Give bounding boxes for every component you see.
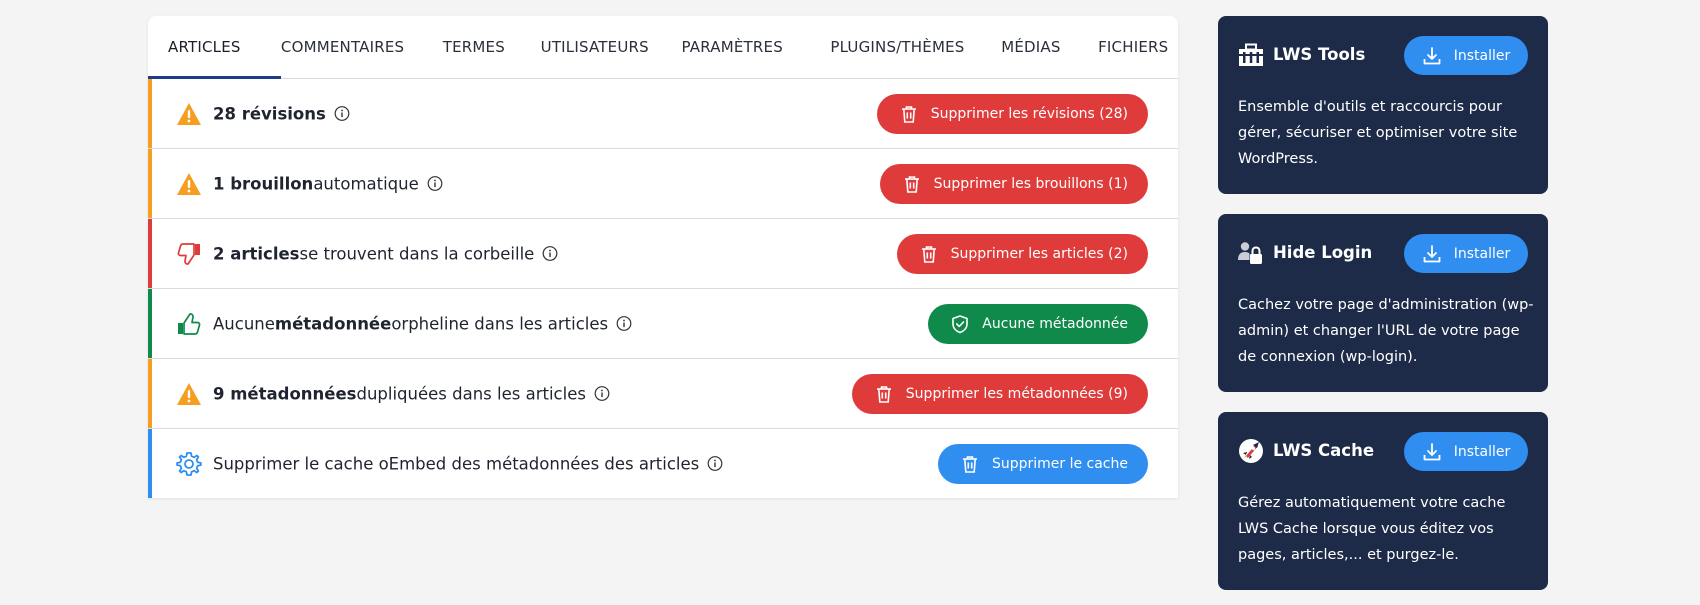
tab-termes[interactable]: TERMES bbox=[443, 16, 541, 78]
info-icon[interactable] bbox=[594, 386, 610, 402]
tab-utilisateurs[interactable]: UTILISATEURS bbox=[541, 16, 682, 78]
orphan-meta-row: Aucune métadonnée orpheline dans les art… bbox=[148, 289, 1178, 359]
row-accent bbox=[148, 79, 152, 148]
info-icon[interactable] bbox=[334, 106, 350, 122]
trash-icon bbox=[899, 104, 919, 124]
trash-icon bbox=[902, 174, 922, 194]
plugin-card-lws-tools: LWS Tools Installer Ensemble d'outils et… bbox=[1218, 16, 1548, 194]
plugin-card-lws-cache: LWS Cache Installer Gérez automatiquemen… bbox=[1218, 412, 1548, 590]
rocket-icon bbox=[1238, 438, 1264, 464]
row-text: 1 brouillon automatique bbox=[213, 174, 443, 193]
oembed-cache-row: Supprimer le cache oEmbed des métadonnée… bbox=[148, 429, 1178, 498]
delete-cache-button[interactable]: Supprimer le cache bbox=[937, 443, 1148, 484]
page: ARTICLES COMMENTAIRES TERMES UTILISATEUR… bbox=[0, 0, 1700, 605]
warning-icon bbox=[176, 171, 202, 197]
tab-fichiers[interactable]: FICHIERS bbox=[1098, 16, 1178, 78]
row-text: Aucune métadonnée orpheline dans les art… bbox=[213, 314, 632, 333]
row-accent bbox=[148, 289, 152, 358]
plugin-description: Gérez automatiquement votre cache LWS Ca… bbox=[1238, 495, 1506, 563]
trash-icon bbox=[919, 244, 939, 264]
row-text: 28 révisions bbox=[213, 104, 350, 123]
row-text: 2 articles se trouvent dans la corbeille bbox=[213, 244, 558, 263]
no-metadata-button[interactable]: Aucune métadonnée bbox=[928, 303, 1148, 344]
duplicate-meta-row: 9 métadonnées dupliquées dans les articl… bbox=[148, 359, 1178, 429]
delete-articles-button[interactable]: Supprimer les articles (2) bbox=[896, 233, 1148, 274]
shield-check-icon bbox=[950, 314, 970, 334]
cleanup-rows: 28 révisions Supprimer les révisions (28… bbox=[148, 79, 1178, 498]
install-button[interactable]: Installer bbox=[1404, 432, 1528, 471]
install-button[interactable]: Installer bbox=[1404, 234, 1528, 273]
row-accent bbox=[148, 219, 152, 288]
plugin-title: LWS Tools bbox=[1273, 45, 1366, 64]
row-accent bbox=[148, 359, 152, 428]
warning-icon bbox=[176, 101, 202, 127]
tab-medias[interactable]: MÉDIAS bbox=[1001, 16, 1098, 78]
row-text: 9 métadonnées dupliquées dans les articl… bbox=[213, 384, 610, 403]
warning-icon bbox=[176, 381, 202, 407]
thumbs-up-icon bbox=[176, 311, 202, 337]
row-text: Supprimer le cache oEmbed des métadonnée… bbox=[213, 454, 723, 473]
cleanup-panel: ARTICLES COMMENTAIRES TERMES UTILISATEUR… bbox=[148, 16, 1178, 498]
info-icon[interactable] bbox=[427, 176, 443, 192]
install-button[interactable]: Installer bbox=[1404, 36, 1528, 75]
thumbs-down-icon bbox=[176, 241, 202, 267]
delete-revisions-button[interactable]: Supprimer les révisions (28) bbox=[876, 93, 1148, 134]
plugin-description: Ensemble d'outils et raccourcis pour gér… bbox=[1238, 99, 1518, 167]
plugin-title: Hide Login bbox=[1273, 243, 1373, 262]
plugin-title: LWS Cache bbox=[1273, 441, 1375, 460]
trash-row: 2 articles se trouvent dans la corbeille… bbox=[148, 219, 1178, 289]
user-lock-icon bbox=[1238, 240, 1264, 266]
drafts-row: 1 brouillon automatique Supprimer les br… bbox=[148, 149, 1178, 219]
info-icon[interactable] bbox=[542, 246, 558, 262]
toolbox-icon bbox=[1238, 42, 1264, 68]
tab-articles[interactable]: ARTICLES bbox=[148, 16, 281, 79]
gear-icon bbox=[176, 451, 202, 477]
download-icon bbox=[1422, 442, 1442, 462]
tab-bar: ARTICLES COMMENTAIRES TERMES UTILISATEUR… bbox=[148, 16, 1178, 79]
plugin-description: Cachez votre page d'administration (wp-a… bbox=[1238, 297, 1534, 365]
download-icon bbox=[1422, 46, 1442, 66]
download-icon bbox=[1422, 244, 1442, 264]
info-icon[interactable] bbox=[616, 316, 632, 332]
trash-icon bbox=[960, 454, 980, 474]
row-accent bbox=[148, 149, 152, 218]
revisions-row: 28 révisions Supprimer les révisions (28… bbox=[148, 79, 1178, 149]
info-icon[interactable] bbox=[707, 456, 723, 472]
plugin-card-hide-login: Hide Login Installer Cachez votre page d… bbox=[1218, 214, 1548, 392]
row-accent bbox=[148, 429, 152, 498]
trash-icon bbox=[874, 384, 894, 404]
tab-commentaires[interactable]: COMMENTAIRES bbox=[281, 16, 443, 78]
delete-metadata-button[interactable]: Supprimer les métadonnées (9) bbox=[851, 373, 1148, 414]
delete-drafts-button[interactable]: Supprimer les brouillons (1) bbox=[879, 163, 1148, 204]
tab-plugins-themes[interactable]: PLUGINS/THÈMES bbox=[830, 16, 1001, 78]
tab-parametres[interactable]: PARAMÈTRES bbox=[682, 16, 831, 78]
